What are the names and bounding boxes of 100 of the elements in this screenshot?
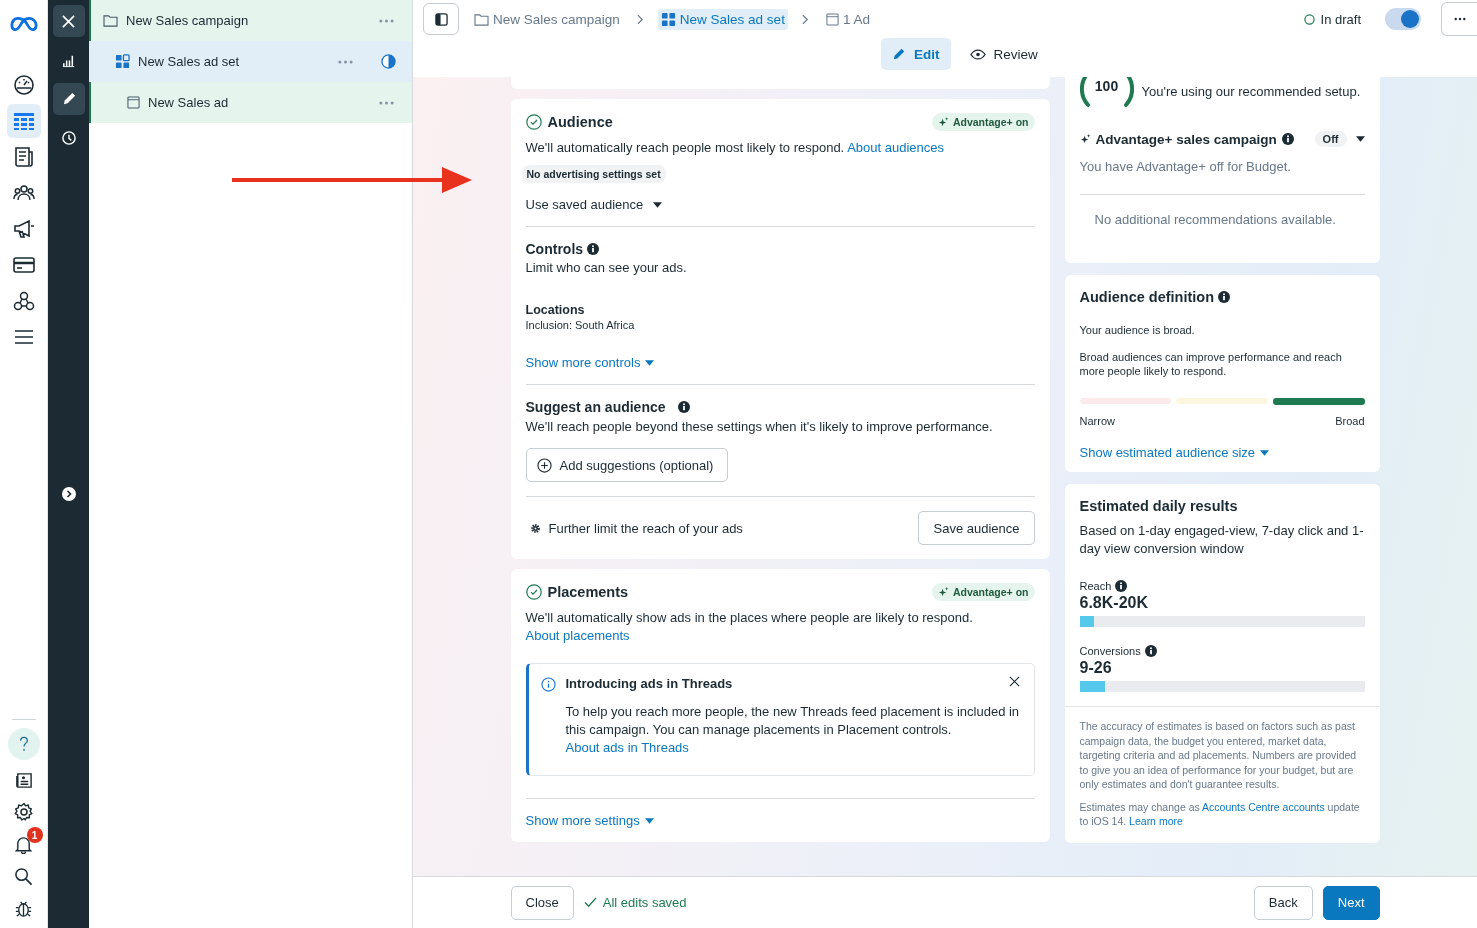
panel-toggle-button[interactable] [423,3,459,35]
advantage-note: You have Advantage+ off for Budget. [1079,159,1365,195]
bell-icon[interactable] [14,834,33,854]
sparkle-icon [937,586,949,598]
caret-icon [1355,136,1365,142]
chevron-icon[interactable] [61,487,76,501]
breadcrumb[interactable]: New Sales campaign [471,8,623,30]
next-button[interactable]: Next [1322,885,1380,920]
breadcrumb[interactable]: 1 Ad [822,8,873,30]
score-value: 100 [1093,78,1120,94]
sidebar-icon [434,12,448,26]
caret-icon [653,201,663,208]
description: We'll automatically show ads in the places where people are likely to respond. About placements [525,609,974,645]
show-more-link[interactable]: Show more settings [525,813,654,828]
plus-circle-icon [536,457,552,473]
info-icon [677,401,690,413]
folder-icon [103,14,118,27]
mode-tab[interactable]: Review [958,38,1049,70]
card-title: Audience [547,114,614,130]
notification-badge: 1 [26,827,43,843]
card-title: Audience definition [1079,289,1215,305]
info-icon [1144,645,1157,657]
link[interactable]: About ads in Threads [565,740,689,755]
status-label: In draft [1320,11,1361,27]
eye-icon [969,48,986,60]
section-title: Suggest an audience [525,399,666,415]
close-icon [62,14,75,28]
notice-title: Introducing ads in Threads [565,676,733,691]
audience-dropdown[interactable]: Use saved audience [525,197,644,212]
advantage-badge: Advantage+ on [931,583,1035,601]
close-icon[interactable] [1008,676,1020,687]
scale-label: Narrow [1079,415,1115,427]
check-circle-icon [525,584,542,600]
toggle-switch[interactable] [1385,8,1421,30]
tree-item[interactable]: New Sales ad set [89,41,412,82]
gear-icon [529,522,541,534]
save-audience-button[interactable]: Save audience [918,511,1035,545]
caret-icon [645,359,655,366]
caret-icon [644,817,654,824]
description: We'll automatically reach people most likely to respond. About audiences [525,139,945,157]
pencil-icon [892,47,907,61]
tree-item[interactable]: New Sales campaign [89,0,412,41]
more-icon[interactable] [338,59,353,64]
window-icon [127,96,140,109]
more-icon[interactable] [379,100,394,105]
card-title: Placements [547,584,630,600]
more-icon [1453,17,1466,21]
info-icon [540,677,556,692]
metric-value: 9-26 [1079,659,1113,677]
recommendations-text: No additional recommendations available. [1093,211,1337,229]
advantage-title: Advantage+ sales campaign [1095,131,1277,147]
more-icon[interactable] [379,18,394,23]
description: We'll reach people beyond these settings when it's likely to improve performance. [525,419,994,434]
tool-button[interactable] [52,83,85,115]
link[interactable]: About placements [525,628,630,643]
info-icon [1281,133,1294,145]
mode-tab[interactable]: Edit [881,38,951,70]
scale-label: Broad [1335,415,1365,427]
settings-tag: No advertising settings set [521,165,666,183]
metric-value: 6.8K-20K [1079,594,1149,612]
audience-summary: Your audience is broad. [1079,323,1196,337]
network-icon [12,290,35,312]
show-more-link[interactable]: Show more controls [525,355,655,370]
card-title: Estimated daily results [1079,498,1239,514]
advantage-dropdown[interactable]: Off [1314,131,1347,147]
settings-icon[interactable] [13,802,34,822]
clock-icon [60,130,77,146]
gauge-icon [12,74,35,96]
close-button[interactable]: Close [510,885,574,920]
score-text: You're using our recommended setup. [1141,84,1361,99]
section-title: Controls [525,241,584,257]
window-icon [825,12,839,26]
sparkle-icon [937,116,949,128]
add-suggestions-button[interactable]: Add suggestions (optional) [525,448,729,482]
breadcrumb[interactable]: New Sales ad set [657,8,788,30]
check-icon [583,897,597,908]
search-icon[interactable] [14,866,33,886]
tree-item[interactable]: New Sales ad [89,82,412,123]
chevron-icon [636,13,644,25]
info-icon [587,243,600,255]
subtitle: Based on 1-day engaged-view, 7-day click and 1-day view conversion window [1079,522,1365,558]
megaphone-icon [12,218,35,240]
status-circle-icon [1303,13,1315,25]
saved-status: All edits saved [602,895,687,910]
disclaimer-note: Estimates may change as Accounts Centre accounts update to iOS 14. Learn more [1079,799,1361,829]
description: Limit who can see your ads. [525,260,688,275]
link[interactable]: Learn more [1129,815,1183,827]
metric-label: Conversions [1079,645,1141,657]
close-button[interactable] [52,5,85,37]
back-button[interactable]: Back [1253,885,1313,920]
newspaper-icon [12,146,35,168]
link[interactable]: About audiences [847,140,944,155]
logo-icon[interactable] [9,16,38,32]
chevron-icon [801,13,809,25]
grid-icon [115,54,130,69]
metric-label: Reach [1079,580,1112,592]
show-audience-size-link[interactable]: Show estimated audience size [1079,445,1270,460]
newspaper-icon[interactable] [14,770,33,790]
table-icon [12,110,35,132]
link[interactable]: Accounts Centre accounts [1202,800,1325,813]
